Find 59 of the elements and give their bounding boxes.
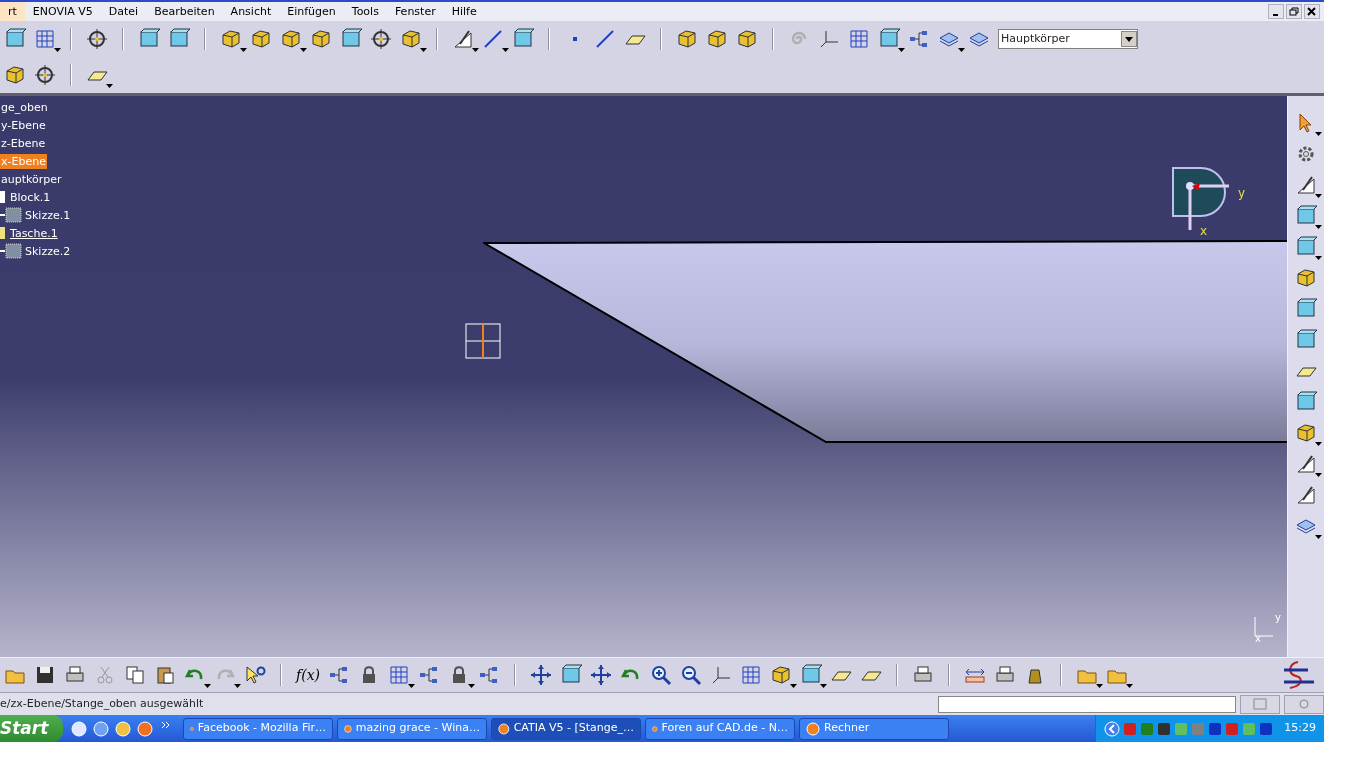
- taskbar-button[interactable]: CATIA V5 - [Stange_…: [491, 717, 641, 740]
- axis-label: x: [1255, 632, 1261, 646]
- menu-item[interactable]: ENOVIA V5: [24, 2, 101, 21]
- target-icon[interactable]: [32, 62, 58, 88]
- target-icon[interactable]: [84, 26, 110, 52]
- axis-triad-icon: [1252, 616, 1274, 638]
- feature-tree-icon: [0, 227, 5, 239]
- close-icon[interactable]: [1304, 4, 1320, 19]
- clock: 15:29: [1284, 720, 1316, 737]
- taskbar-button[interactable]: Rechner: [799, 717, 949, 740]
- caret-icon: [1125, 36, 1133, 42]
- search-icon: [1297, 698, 1311, 710]
- tray-icon[interactable]: [1259, 721, 1274, 736]
- tray-icon[interactable]: [1157, 721, 1172, 736]
- sketch-tree-icon: [0, 242, 22, 260]
- move-icon[interactable]: [528, 662, 554, 688]
- feature-tree-icon: [0, 191, 5, 203]
- tree-item[interactable]: Skizze.1: [24, 207, 72, 223]
- formula-button[interactable]: f(x): [294, 664, 322, 686]
- tree-item[interactable]: y-Ebene: [0, 117, 47, 133]
- input-button[interactable]: [1240, 694, 1280, 714]
- tree-item[interactable]: Tasche.1: [9, 225, 59, 241]
- tree-item[interactable]: auptkörper: [0, 171, 63, 187]
- menu-item[interactable]: Fenster: [386, 2, 444, 21]
- tree-item[interactable]: Skizze.2: [24, 243, 72, 259]
- menu-item[interactable]: Hilfe: [443, 2, 485, 21]
- app-icon[interactable]: [137, 720, 153, 737]
- tray-icon[interactable]: [1208, 721, 1223, 736]
- taskbar-button[interactable]: Foren auf CAD.de - N…: [645, 717, 795, 740]
- axis-label: y: [1275, 611, 1281, 625]
- menu-item[interactable]: Datei: [100, 2, 147, 21]
- body-selector[interactable]: Hauptkörper: [998, 29, 1138, 49]
- restore-icon[interactable]: [1286, 4, 1302, 19]
- menu-item[interactable]: rt: [0, 2, 25, 21]
- app-icon: [498, 721, 510, 736]
- command-input[interactable]: [938, 695, 1236, 713]
- taskbar-button[interactable]: Facebook - Mozilla Fir…: [183, 717, 333, 740]
- menu-item[interactable]: Ansicht: [222, 2, 280, 21]
- status-message: e/zx-Ebene/Stange_oben ausgewählt: [0, 695, 205, 712]
- menu-item[interactable]: Bearbeiten: [146, 2, 223, 21]
- taskbar-button[interactable]: mazing grace - Wina…: [337, 717, 487, 740]
- app-icon[interactable]: [71, 720, 87, 737]
- crosshair-icon: [465, 323, 501, 359]
- tree-item[interactable]: Block.1: [9, 189, 52, 205]
- sketch-tree-icon: [0, 206, 22, 224]
- tree-item[interactable]: ge_oben: [0, 99, 49, 115]
- app-icon[interactable]: [115, 720, 131, 737]
- axis-label: x: [1200, 223, 1208, 240]
- collapse-icon[interactable]: [1104, 720, 1121, 737]
- window-icon: [1253, 698, 1267, 710]
- move-icon[interactable]: [588, 662, 614, 688]
- app-icon[interactable]: [93, 720, 109, 737]
- target-icon[interactable]: [368, 26, 394, 52]
- tree-item[interactable]: z-Ebene: [0, 135, 47, 151]
- axis-label: y: [1238, 185, 1246, 202]
- app-icon: [806, 721, 820, 736]
- menu-item[interactable]: Einfügen: [279, 2, 344, 21]
- menu-item[interactable]: Tools: [343, 2, 387, 21]
- minimize-icon[interactable]: [1268, 4, 1284, 19]
